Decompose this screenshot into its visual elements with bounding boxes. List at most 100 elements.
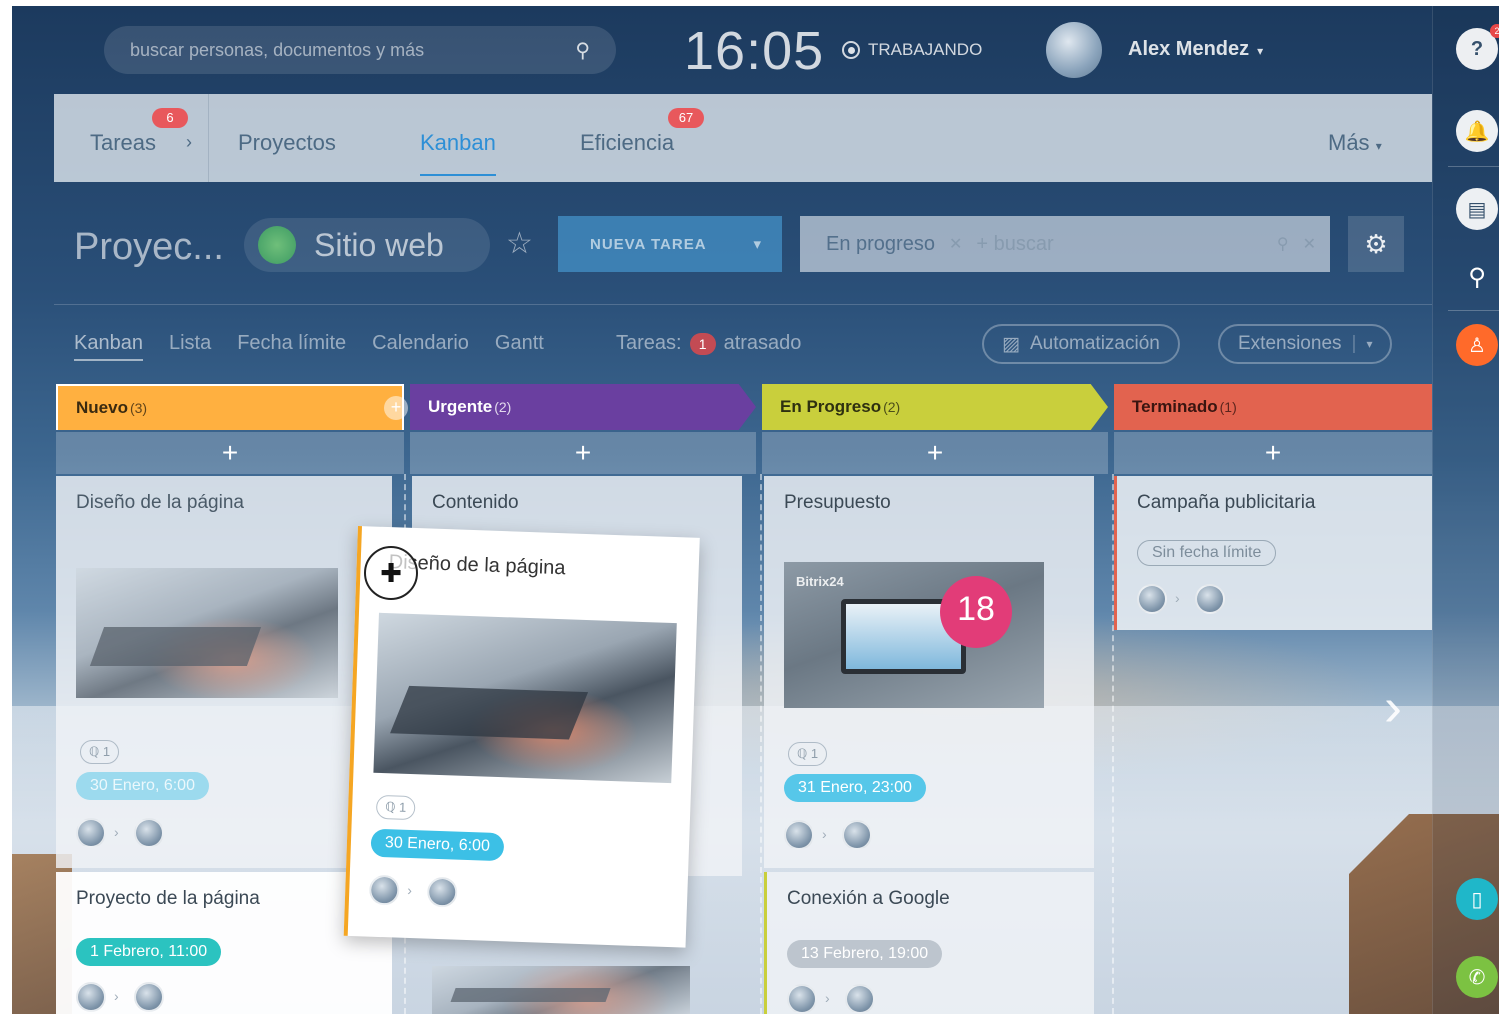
attachment-counter: ℚ 1 [788,742,828,766]
attachment-count: 1 [398,799,407,815]
task-title: Diseño de la página [76,492,244,513]
task-image: Bitrix24 18 [784,562,1044,708]
star-icon[interactable]: ☆ [506,226,533,261]
search-placeholder: buscar personas, documentos y más [130,39,425,60]
add-task-button[interactable]: + [762,432,1108,474]
arrow-right-icon: › [822,826,827,842]
chevron-right-icon[interactable]: › [186,132,192,153]
image-number: 18 [940,576,1012,648]
tab-label: Tareas [90,130,157,155]
search-icon[interactable]: ⚲ [1456,256,1498,298]
attachment-counter: ℚ 1 [80,740,120,764]
attachment-counter: ℚ 1 [375,794,416,821]
column-terminado[interactable]: Terminado (1) [1114,384,1432,430]
chevron-down-icon[interactable]: ▾ [1366,337,1372,351]
task-card[interactable]: Presupuesto Bitrix24 18 ℚ 1 31 Enero, 23… [764,476,1094,868]
avatar [1137,584,1167,614]
task-card[interactable]: Campaña publicitaria Sin fecha límite › [1114,476,1432,630]
chevron-down-icon: ▾ [1375,139,1382,153]
project-title: Proyec... [74,226,224,268]
help-badge: 2 [1490,24,1499,38]
divider [54,304,1432,305]
chat-icon[interactable]: ▤ [1456,188,1498,230]
tab-badge: 67 [668,108,704,128]
phone-icon[interactable]: ✆ [1456,956,1498,998]
project-selector[interactable]: Sitio web [244,218,490,272]
mobile-icon[interactable]: ▯ [1456,878,1498,920]
tab-label: Proyectos [238,130,336,155]
extensions-button[interactable]: Extensiones | ▾ [1218,324,1393,364]
view-fecha-limite[interactable]: Fecha límite [237,332,346,361]
overdue-suffix: atrasado [723,332,802,354]
task-title: Presupuesto [784,492,891,513]
tab-more[interactable]: Más ▾ [1328,130,1382,156]
contact-icon[interactable]: ♙ [1456,324,1498,366]
task-filter-input[interactable]: En progreso ✕ + buscar ⚲ ✕ [800,216,1330,272]
arrow-right-icon: › [1175,590,1180,606]
separator: | [1351,333,1357,354]
status-icon [842,41,860,59]
overdue-prefix: Tareas: [616,332,682,354]
rail-divider [1448,310,1499,311]
chevron-down-icon: ▾ [1257,44,1264,58]
column-urgente[interactable]: Urgente (2) [410,384,756,430]
task-card[interactable]: Diseño de la página ℚ 1 30 Enero, 6:00 › [56,476,392,868]
avatar [368,874,400,906]
add-task-button[interactable]: + [1114,432,1432,474]
task-card[interactable]: Proyecto de la página 1 Febrero, 11:00 › [56,872,392,1014]
clear-icon[interactable]: ✕ [1303,234,1316,254]
clock: 16:05 [684,21,825,81]
global-search-input[interactable]: buscar personas, documentos y más ⚲ [104,26,616,74]
search-icon[interactable]: ⚲ [1277,234,1289,254]
paperclip-icon: ℚ [384,799,396,815]
tab-eficiencia[interactable]: Eficiencia 67 [580,108,704,156]
chevron-down-icon[interactable]: ▾ [753,235,762,253]
gear-icon[interactable]: ⚙ [1348,216,1404,272]
avatar [842,820,872,850]
column-title: Nuevo [76,398,128,417]
bell-icon[interactable]: 🔔 [1456,110,1498,152]
right-rail [1432,6,1499,1014]
extensions-label: Extensiones [1238,333,1342,354]
view-calendario[interactable]: Calendario [372,332,469,361]
app-window: buscar personas, documentos y más ⚲ 16:0… [12,6,1499,1014]
column-count: (3) [129,400,148,416]
paperclip-icon: ℚ [797,746,808,761]
robot-icon: ▨ [1002,333,1020,355]
add-task-button[interactable]: + [56,432,404,474]
tab-label: Kanban [420,130,496,155]
user-name: Alex Mendez [1128,38,1250,60]
column-count: (2) [494,399,512,415]
automation-button[interactable]: ▨ Automatización [982,324,1180,364]
column-title: En Progreso [780,397,882,416]
add-column-icon[interactable]: + [384,396,408,420]
view-gantt[interactable]: Gantt [495,332,544,361]
tab-label: Más [1328,130,1370,155]
view-switcher: Kanban Lista Fecha límite Calendario Gan… [74,332,544,361]
avatar [134,982,164,1012]
paperclip-icon: ℚ [89,744,100,759]
avatar [784,820,814,850]
search-icon: ⚲ [575,39,590,62]
column-en-progreso[interactable]: En Progreso (2) [762,384,1108,430]
tab-proyectos[interactable]: Proyectos [238,130,336,156]
status-label: TRABAJANDO [868,40,983,59]
chevron-right-icon[interactable]: › [1384,676,1402,738]
view-lista[interactable]: Lista [169,332,211,361]
work-status[interactable]: TRABAJANDO [842,40,982,60]
user-menu[interactable]: Alex Mendez ▾ [1128,38,1263,61]
avatar [845,984,875,1014]
close-icon[interactable]: ✕ [949,234,962,254]
avatar [426,876,458,908]
main-tabs: Tareas 6 › Proyectos Kanban Eficiencia 6… [54,94,1432,182]
task-image [76,568,338,698]
overdue-counter[interactable]: Tareas: 1 atrasado [616,332,801,355]
tab-tareas[interactable]: Tareas 6 [90,108,188,156]
view-kanban[interactable]: Kanban [74,332,143,361]
column-nuevo[interactable]: Nuevo (3) [56,384,404,430]
user-avatar[interactable] [1046,22,1102,78]
new-task-button[interactable]: NUEVA TAREA ▾ [558,216,782,272]
tab-kanban[interactable]: Kanban [420,130,496,176]
task-card[interactable]: Conexión a Google 13 Febrero, 19:00 › [764,872,1094,1014]
add-task-button[interactable]: + [410,432,756,474]
